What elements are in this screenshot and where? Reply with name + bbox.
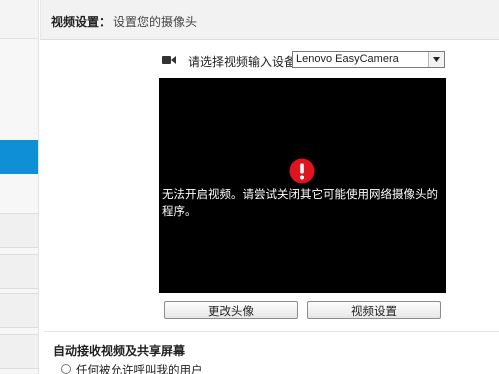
sidebar-item-video-selected[interactable] <box>0 140 38 174</box>
auto-accept-title: 自动接收视频及共享屏幕 <box>53 344 186 358</box>
divider <box>44 331 499 332</box>
video-error-message: 无法开启视频。请尝试关闭其它可能使用网络摄像头的程序。 <box>162 187 438 218</box>
sidebar-item[interactable] <box>0 213 38 248</box>
radio-button[interactable] <box>61 364 71 374</box>
device-select[interactable]: Lenovo EasyCamera <box>292 51 445 68</box>
dropdown-button[interactable] <box>428 52 444 67</box>
video-settings-window: 视频设置： 设置您的摄像头 请选择视频输入设备: Lenovo EasyCame… <box>0 0 499 374</box>
settings-panel: 视频设置： 设置您的摄像头 请选择视频输入设备: Lenovo EasyCame… <box>40 0 499 374</box>
video-preview: 无法开启视频。请尝试关闭其它可能使用网络摄像头的程序。 <box>159 78 446 293</box>
change-avatar-button[interactable]: 更改头像 <box>164 301 298 319</box>
sidebar-item[interactable] <box>0 293 38 328</box>
panel-subtitle: 设置您的摄像头 <box>113 15 198 29</box>
camera-icon <box>162 56 176 64</box>
panel-header: 视频设置： 设置您的摄像头 <box>40 0 499 40</box>
panel-title: 视频设置： <box>51 15 112 29</box>
device-select-value: Lenovo EasyCamera <box>296 53 399 65</box>
sidebar-header <box>0 0 38 39</box>
error-icon <box>289 158 315 184</box>
sidebar-item[interactable] <box>0 334 38 369</box>
auto-accept-option-label: 任何被允许呼叫我的用户 <box>76 363 203 374</box>
sidebar <box>0 0 39 374</box>
device-row: 请选择视频输入设备: Lenovo EasyCamera <box>162 50 487 70</box>
video-settings-button[interactable]: 视频设置 <box>307 301 441 319</box>
chevron-down-icon <box>433 57 440 62</box>
sidebar-item[interactable] <box>0 254 38 289</box>
device-label: 请选择视频输入设备: <box>188 55 301 69</box>
